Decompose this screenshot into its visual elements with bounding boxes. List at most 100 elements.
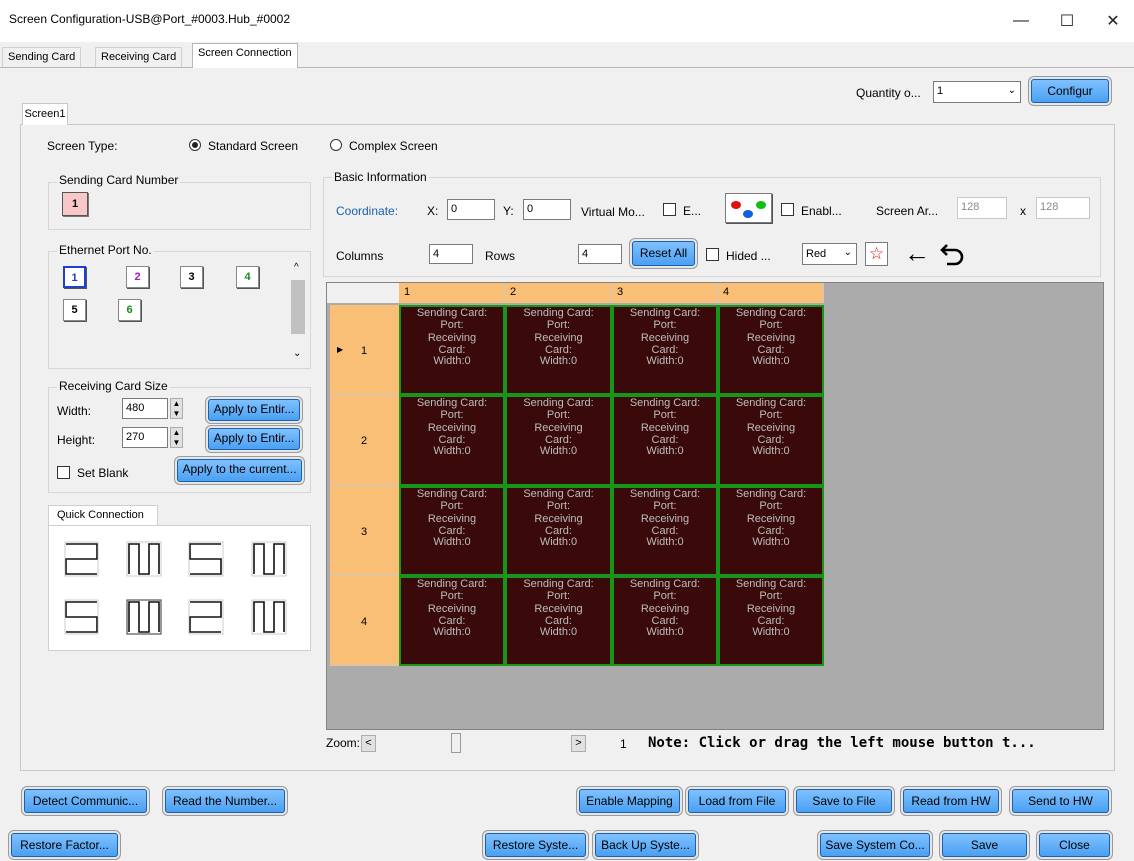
grid-cell[interactable]: Sending Card: Port: Receiving Card: Width:0 [612,486,718,576]
read-number-button[interactable]: Read the Number... [165,789,285,813]
enable-mapping-button[interactable]: Enable Mapping [579,789,680,813]
rows-input[interactable]: 4 [578,244,622,264]
ethernet-port-1[interactable]: 1 [63,266,86,288]
grid-cell[interactable]: Sending Card: Port: Receiving Card: Width:0 [505,486,612,576]
restore-system-button[interactable]: Restore Syste... [485,833,586,857]
grid-cell[interactable]: Sending Card: Port: Receiving Card: Width:0 [612,395,718,486]
y-input[interactable]: 0 [523,199,571,220]
snake-left-icon[interactable] [64,541,99,577]
apply-height-button[interactable]: Apply to Entir... [208,428,300,450]
ethernet-port-5[interactable]: 5 [63,299,86,321]
stepper-up-icon[interactable]: ▲ [171,428,182,438]
grid-cell[interactable]: Sending Card: Port: Receiving Card: Width:0 [718,576,824,666]
ethernet-port-6[interactable]: 6 [118,299,141,321]
color-select[interactable]: Red ⌄ [802,243,857,265]
grid-cell[interactable]: Sending Card: Port: Receiving Card: Width:0 [612,305,718,395]
screen-grid[interactable]: 1 2 3 4 ▶ 1 2 3 4 Sending Card: Port: Rece… [326,282,1104,730]
apply-current-button[interactable]: Apply to the current... [177,459,302,482]
width-input[interactable]: 480 [122,398,168,419]
column-header[interactable]: 2 [505,283,612,303]
grid-cell[interactable]: Sending Card: Port: Receiving Card: Width:0 [399,305,505,395]
ethernet-port-3[interactable]: 3 [180,266,203,288]
standard-screen-radio[interactable] [189,139,201,151]
zigzag-down-icon[interactable] [251,541,287,577]
save-system-config-button[interactable]: Save System Co... [820,833,930,857]
grid-cell[interactable]: Sending Card: Port: Receiving Card: Width:0 [399,395,505,486]
zoom-in-button[interactable]: > [571,735,586,752]
load-from-file-button[interactable]: Load from File [688,789,786,813]
grid-cell[interactable]: Sending Card: Port: Receiving Card: Width:0 [612,576,718,666]
height-stepper[interactable]: ▲ ▼ [170,427,183,448]
set-blank-checkbox[interactable] [57,466,70,479]
stepper-up-icon[interactable]: ▲ [171,399,182,409]
star-icon[interactable]: ☆ [865,242,888,266]
stepper-down-icon[interactable]: ▼ [171,409,182,419]
arrow-left-icon[interactable]: ← [904,238,930,268]
snake-left-alt-icon[interactable] [188,599,224,635]
tab-receiving-card[interactable]: Receiving Card [95,47,183,67]
read-from-hw-button[interactable]: Read from HW [903,789,999,813]
hided-checkbox[interactable] [706,248,719,261]
grid-cell[interactable]: Sending Card: Port: Receiving Card: Width:0 [718,305,824,395]
grid-cell[interactable]: Sending Card: Port: Receiving Card: Width:0 [505,576,612,666]
grid-cell[interactable]: Sending Card: Port: Receiving Card: Width:0 [399,576,505,666]
snake-right-icon[interactable] [188,541,224,577]
row-header[interactable]: 2 [330,395,399,486]
tab-quick-connection[interactable]: Quick Connection [48,505,158,526]
columns-input[interactable]: 4 [429,244,473,264]
apply-width-button[interactable]: Apply to Entir... [208,399,300,421]
width-stepper[interactable]: ▲ ▼ [170,398,183,419]
snake-right-alt-icon[interactable] [64,599,99,635]
screen-width-input[interactable]: 128 [957,197,1007,219]
zoom-out-button[interactable]: < [361,735,376,752]
scroll-thumb[interactable] [291,280,305,334]
virtual-pixel-button[interactable] [725,193,772,223]
send-to-hw-button[interactable]: Send to HW [1012,789,1109,813]
complex-screen-radio[interactable] [330,139,342,151]
maximize-button[interactable]: ☐ [1044,0,1090,42]
minimize-button[interactable]: — [998,0,1044,42]
column-header[interactable]: 4 [718,283,824,303]
zoom-slider-thumb[interactable] [451,733,461,753]
zigzag-right-icon[interactable] [251,599,287,635]
grid-cell[interactable]: Sending Card: Port: Receiving Card: Width:0 [718,395,824,486]
ethernet-port-2[interactable]: 2 [126,266,149,288]
zigzag-up-icon[interactable] [126,541,162,577]
tab-screen1[interactable]: Screen1 [22,103,68,125]
detect-communication-button[interactable]: Detect Communic... [24,789,147,813]
row-header[interactable]: ▶ 1 [330,305,399,395]
scroll-down-icon[interactable]: ⌄ [293,348,301,359]
grid-cell[interactable]: Sending Card: Port: Receiving Card: Width:0 [399,486,505,576]
stepper-down-icon[interactable]: ▼ [171,438,182,448]
ethernet-scrollbar[interactable]: ^ ⌄ [290,262,306,366]
backup-system-button[interactable]: Back Up Syste... [595,833,696,857]
sending-card-button[interactable]: 1 [62,192,88,216]
column-header[interactable]: 3 [612,283,718,303]
zigzag-alt-icon[interactable] [126,599,162,635]
tab-sending-card[interactable]: Sending Card [2,47,82,67]
grid-cell[interactable]: Sending Card: Port: Receiving Card: Width:0 [718,486,824,576]
quantity-select[interactable]: 1 ⌄ [933,81,1021,103]
configure-button[interactable]: Configur [1031,79,1109,103]
scroll-up-icon[interactable]: ^ [294,262,299,273]
restore-factory-button[interactable]: Restore Factor... [11,833,118,857]
undo-icon[interactable] [939,240,967,271]
save-to-file-button[interactable]: Save to File [796,789,892,813]
close-button[interactable]: Close [1039,833,1110,857]
save-button[interactable]: Save [942,833,1027,857]
reset-all-button[interactable]: Reset All [632,241,695,266]
close-window-button[interactable]: ✕ [1090,0,1134,42]
row-header[interactable]: 3 [330,486,399,576]
row-header[interactable]: 4 [330,576,399,666]
column-header[interactable]: 1 [399,283,505,303]
screen-height-input[interactable]: 128 [1036,197,1090,219]
x-input[interactable]: 0 [447,199,495,220]
virtual-mode-checkbox[interactable] [663,203,676,216]
tab-screen-connection[interactable]: Screen Connection [192,43,298,68]
enable-checkbox[interactable] [781,203,794,216]
ethernet-port-4[interactable]: 4 [236,266,259,288]
grid-cell-line: Width:0 [646,445,684,457]
grid-cell[interactable]: Sending Card: Port: Receiving Card: Width:0 [505,305,612,395]
grid-cell[interactable]: Sending Card: Port: Receiving Card: Width:0 [505,395,612,486]
height-input[interactable]: 270 [122,427,168,448]
